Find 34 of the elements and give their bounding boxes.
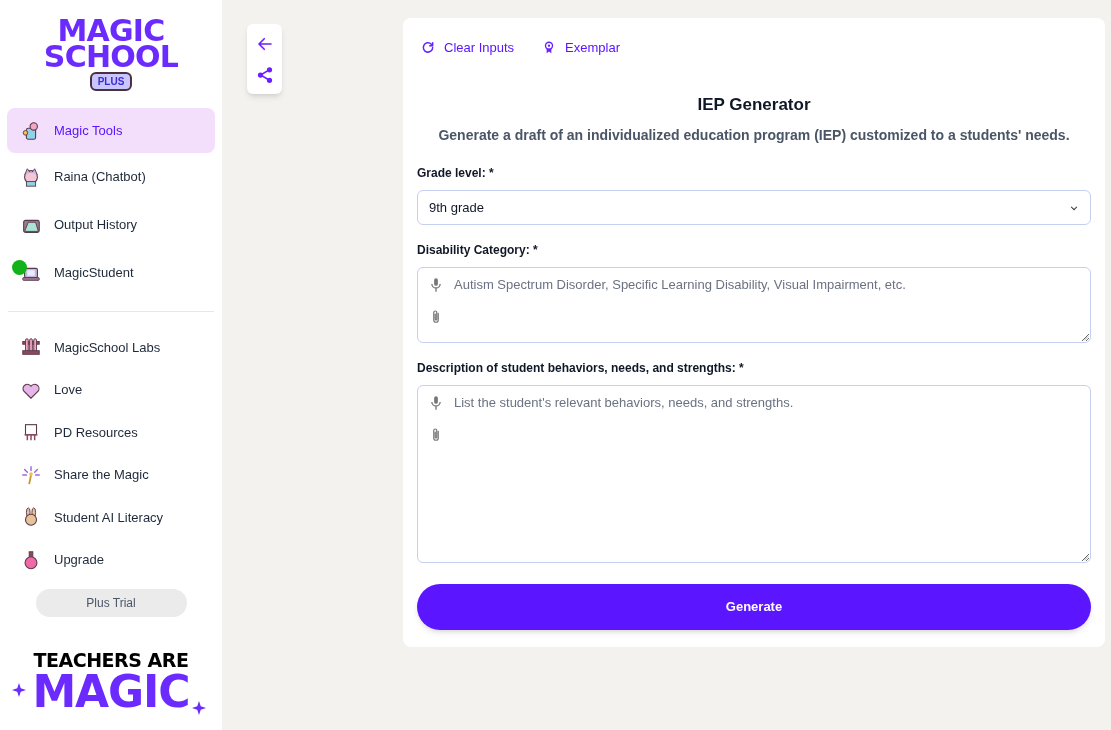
- grade-select[interactable]: 9th grade: [417, 190, 1091, 225]
- text-area-field[interactable]: List the student's relevant behaviors, needs, and strengths.: [417, 385, 1091, 563]
- sidebar-item[interactable]: Student AI Literacy: [7, 496, 215, 539]
- field-label: Description of student behaviors, needs, and strengths: *: [417, 360, 745, 377]
- sidebar-item[interactable]: Magic Tools: [7, 108, 215, 153]
- resize-handle-icon[interactable]: [1081, 333, 1089, 341]
- resize-handle-icon[interactable]: [1081, 553, 1089, 561]
- sparkle-icon: [192, 701, 206, 715]
- refresh-icon: [421, 40, 435, 56]
- sidebar-item[interactable]: MagicStudent: [7, 249, 215, 297]
- logo-text: MAGIC: [32, 670, 190, 714]
- sidebar-item[interactable]: Output History: [7, 201, 215, 249]
- sparkle-icon: [12, 683, 26, 697]
- sidebar-item[interactable]: Love: [7, 368, 215, 411]
- generate-button[interactable]: Generate: [417, 584, 1091, 630]
- toolbar-link[interactable]: Clear Inputs: [421, 38, 515, 58]
- field-label: Grade level: *: [417, 165, 495, 182]
- logo-text: SCHOOL: [43, 43, 179, 69]
- logo-text: TEACHERS ARE: [33, 651, 189, 670]
- sidebar-item[interactable]: MagicSchool Labs: [7, 326, 215, 369]
- sidebar-item[interactable]: Share the Magic: [7, 453, 215, 496]
- sidebar-item[interactable]: Upgrade: [7, 538, 215, 581]
- share-icon[interactable]: [255, 65, 274, 84]
- logo-text: MAGIC: [57, 18, 165, 44]
- sidebar-item[interactable]: PD Resources: [7, 411, 215, 454]
- text-area-field[interactable]: Autism Spectrum Disorder, Specific Learning Disability, Visual Impairment, etc.: [417, 267, 1091, 343]
- tool-title: IEP Generator: [696, 93, 812, 116]
- field-label: Disability Category: *: [417, 242, 539, 259]
- plus-trial-button[interactable]: Plus Trial: [35, 589, 187, 617]
- toolbar-link[interactable]: Exemplar: [542, 38, 620, 58]
- sidebar-item-icon: [20, 463, 42, 486]
- plan-badge: PLUS: [89, 72, 133, 91]
- tool-description: Generate a draft of an individualized education program (IEP) customized to a students' needs.: [437, 126, 1071, 145]
- sidebar-item[interactable]: Raina (Chatbot): [7, 153, 215, 201]
